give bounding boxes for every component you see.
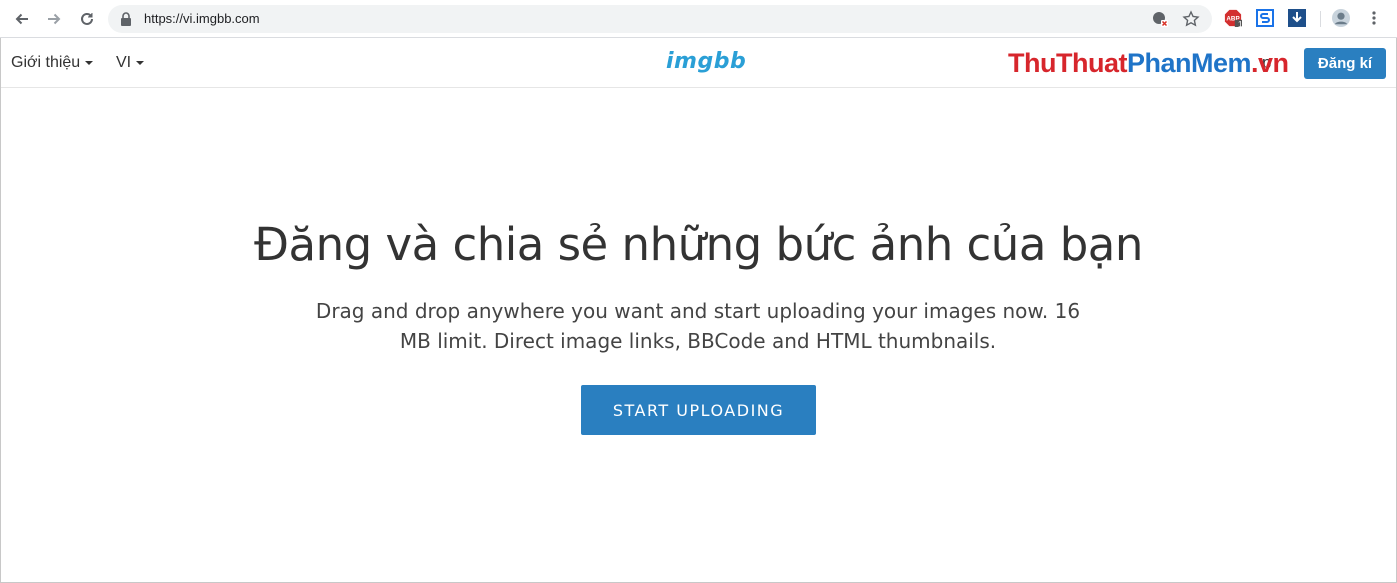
profile-avatar-icon <box>1332 9 1350 27</box>
toolbar-divider <box>1320 11 1321 27</box>
profile-button[interactable] <box>1332 9 1350 27</box>
language-menu[interactable]: VI <box>116 54 145 72</box>
reload-icon <box>81 12 93 25</box>
about-menu-label: Giới thiệu <box>11 54 81 71</box>
browser-toolbar: https://vi.imgbb.com ABP 1 <box>0 0 1397 38</box>
kebab-menu-icon <box>1372 11 1376 25</box>
chevron-down-icon <box>136 61 145 65</box>
download-extension[interactable] <box>1288 9 1306 27</box>
browser-menu-button[interactable] <box>1365 9 1383 27</box>
about-menu[interactable]: Giới thiệu <box>11 54 94 72</box>
hero-title: Đăng và chia sẻ những bức ảnh của bạn <box>254 218 1143 271</box>
url-text: https://vi.imgbb.com <box>144 11 260 26</box>
watermark: ThuThuatPhanMem.vn <box>1008 48 1289 79</box>
watermark-part1: ThuThuat <box>1008 48 1127 78</box>
star-icon[interactable] <box>1182 10 1200 28</box>
download-extension-icon <box>1288 9 1306 27</box>
start-uploading-button[interactable]: START UPLOADING <box>581 385 816 435</box>
back-arrow-icon <box>15 13 28 25</box>
window-border-left <box>0 38 1 583</box>
watermark-part2: PhanMem <box>1126 48 1252 78</box>
signup-button[interactable]: Đăng kí <box>1304 48 1386 79</box>
address-bar[interactable]: https://vi.imgbb.com <box>108 5 1212 33</box>
back-button[interactable] <box>9 6 35 32</box>
adblock-extension[interactable]: ABP 1 <box>1224 9 1243 29</box>
hero-subtitle: Drag and drop anywhere you want and star… <box>315 299 1081 353</box>
adblock-badge: 1 <box>1238 20 1243 29</box>
forward-arrow-icon <box>48 13 61 25</box>
chevron-down-icon <box>85 61 94 65</box>
reload-button[interactable] <box>74 6 100 32</box>
forward-button[interactable] <box>41 6 67 32</box>
language-menu-label: VI <box>116 54 132 71</box>
s-extension[interactable] <box>1256 9 1274 27</box>
site-header: Giới thiệu VI imgbb p ThuThuatPhanMem.vn… <box>0 38 1397 88</box>
lock-icon <box>121 12 131 26</box>
s-extension-icon <box>1256 9 1274 27</box>
site-logo[interactable]: imgbb <box>666 49 746 74</box>
translate-blocked-icon[interactable] <box>1151 10 1169 28</box>
watermark-part3: .vn <box>1251 48 1289 78</box>
